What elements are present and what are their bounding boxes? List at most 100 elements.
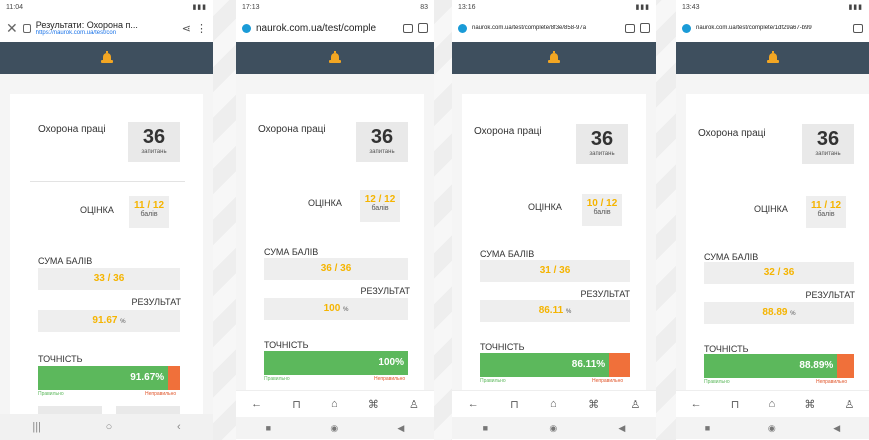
grade-label: ОЦІНКА — [308, 198, 342, 208]
accuracy-bar: 86.11% — [480, 353, 630, 377]
square-icon[interactable]: ■ — [705, 423, 710, 433]
questions-count: 36 — [590, 128, 614, 150]
status-time: 13:16 — [458, 3, 476, 11]
battery-level: 83 — [420, 3, 428, 11]
bookmark-icon[interactable] — [403, 23, 413, 33]
browser-bar: naurok.com.ua/test/complete/8f3e/858-97a — [452, 14, 656, 42]
square-icon[interactable]: ■ — [483, 423, 488, 433]
site-header — [452, 42, 656, 74]
square-icon[interactable]: ■ — [266, 423, 271, 433]
home-icon[interactable]: ⌂ — [769, 398, 776, 410]
site-icon — [458, 23, 467, 33]
result-value: 100 — [323, 303, 341, 314]
subject-title: Охорона праці — [474, 126, 542, 137]
circle-icon[interactable]: ◉ — [330, 423, 338, 434]
back-icon[interactable]: ‹ — [177, 421, 181, 433]
circle-icon[interactable]: ◉ — [549, 423, 557, 434]
wrong-legend: Неправильно — [592, 378, 624, 384]
recents-icon[interactable]: ||| — [32, 421, 41, 433]
correct-legend: Правильно — [38, 391, 64, 397]
browser-nav: ← ⊓ ⌂ ⌘ ♙ ■ ◉ ◀ — [452, 390, 656, 440]
more-icon[interactable]: ⋮ — [196, 22, 207, 35]
tabs-icon[interactable] — [640, 23, 650, 33]
site-header — [676, 42, 869, 74]
gamepad-icon[interactable]: ⌘ — [368, 398, 379, 411]
subject-title: Охорона праці — [38, 124, 106, 135]
questions-label: запитань — [589, 151, 615, 157]
page-content: Охорона праці 36 запитань ОЦІНКА 10 / 12… — [452, 74, 656, 390]
triangle-icon[interactable]: ◀ — [397, 423, 404, 434]
result-box: 91.67 % — [38, 310, 180, 332]
triangle-icon[interactable]: ◀ — [833, 423, 840, 434]
share-icon[interactable]: ⋖ — [182, 22, 191, 35]
grade-box: 12 / 12 балів — [360, 190, 400, 222]
questions-count: 36 — [370, 126, 394, 148]
correct-segment: 86.11% — [480, 353, 610, 377]
book-icon[interactable]: ⊓ — [731, 398, 740, 411]
grade-value: 11 / 12 — [810, 200, 842, 211]
status-time: 13:43 — [682, 3, 700, 11]
bookmark-icon[interactable] — [853, 23, 863, 33]
bookmark-icon[interactable] — [625, 23, 635, 33]
result-label: РЕЗУЛЬТАТ — [131, 297, 181, 307]
score-label: СУМА БАЛІВ — [480, 249, 535, 259]
profile-icon[interactable]: ♙ — [630, 398, 640, 411]
accuracy-label: ТОЧНІСТЬ — [38, 354, 83, 364]
questions-label: запитань — [141, 149, 167, 155]
back-icon[interactable]: ← — [468, 398, 479, 410]
site-header — [0, 42, 213, 74]
gamepad-icon[interactable]: ⌘ — [588, 398, 599, 411]
profile-icon[interactable]: ♙ — [845, 398, 855, 411]
circle-icon[interactable]: ◉ — [768, 423, 776, 434]
grade-label: ОЦІНКА — [528, 202, 562, 212]
divider — [30, 181, 185, 182]
address-bar[interactable]: naurok.com.ua/test/complete/8f3e/858-97a — [472, 25, 620, 31]
page-title: Результати: Охорона п... — [35, 20, 138, 30]
grade-label: ОЦІНКА — [80, 205, 114, 215]
result-value: 86.11 — [538, 305, 564, 316]
status-bar: 17:13 83 — [236, 0, 434, 14]
grade-unit: балів — [140, 211, 158, 218]
tabs-icon[interactable] — [418, 23, 428, 33]
wrong-segment — [168, 366, 180, 390]
correct-legend: Правильно — [264, 376, 290, 382]
address-bar[interactable]: naurok.com.ua/test/comple — [256, 23, 398, 34]
questions-count: 36 — [142, 126, 166, 148]
page-url: https://naurok.com.ua/test/con — [35, 30, 117, 36]
bell-icon — [100, 51, 113, 65]
home-icon[interactable]: ⌂ — [331, 398, 338, 410]
site-icon — [242, 23, 251, 33]
close-icon[interactable]: ✕ — [6, 20, 18, 37]
result-value: 91.67 — [92, 315, 118, 326]
wrong-segment — [609, 353, 630, 377]
correct-segment: 91.67% — [38, 366, 169, 390]
bell-icon — [766, 51, 779, 65]
triangle-icon[interactable]: ◀ — [618, 423, 625, 434]
score-value: 33 / 36 — [38, 268, 180, 290]
subject-title: Охорона праці — [258, 124, 326, 135]
address-bar[interactable]: naurok.com.ua/test/complete/1df29a67-b99 — [696, 25, 848, 31]
back-icon[interactable]: ← — [691, 398, 702, 410]
accuracy-label: ТОЧНІСТЬ — [480, 342, 525, 352]
accuracy-bar: 91.67% — [38, 366, 180, 390]
questions-box: 36 запитань — [356, 122, 408, 162]
correct-segment: 88.89% — [704, 354, 838, 378]
grade-value: 10 / 12 — [586, 198, 618, 209]
book-icon[interactable]: ⊓ — [292, 398, 301, 411]
accuracy-bar: 88.89% — [704, 354, 854, 378]
browser-nav: ← ⊓ ⌂ ⌘ ♙ ■ ◉ ◀ — [676, 390, 869, 440]
tab-title[interactable]: Результати: Охорона п... https://naurok.… — [36, 20, 177, 36]
home-icon[interactable]: ○ — [106, 421, 113, 433]
signal-icon: ▮▮▮ — [192, 4, 207, 11]
book-icon[interactable]: ⊓ — [510, 398, 519, 411]
back-icon[interactable]: ← — [251, 398, 262, 410]
home-icon[interactable]: ⌂ — [550, 398, 557, 410]
grade-label: ОЦІНКА — [754, 204, 788, 214]
wrong-legend: Неправильно — [145, 391, 177, 397]
status-bar: 11:04 ▮▮▮ — [0, 0, 213, 14]
questions-label: запитань — [815, 151, 841, 157]
gamepad-icon[interactable]: ⌘ — [804, 398, 815, 411]
correct-legend: Правильно — [480, 378, 506, 384]
profile-icon[interactable]: ♙ — [409, 398, 419, 411]
result-label: РЕЗУЛЬТАТ — [580, 289, 630, 299]
